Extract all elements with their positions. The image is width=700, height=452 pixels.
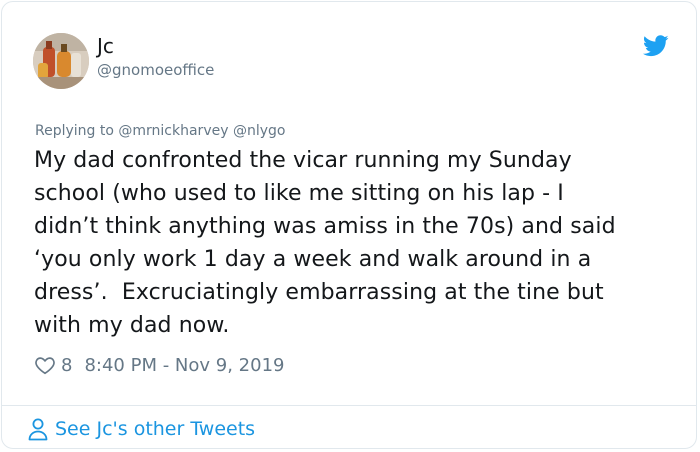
replying-to: Replying to @mrnickharvey @nlygo bbox=[35, 122, 285, 140]
tweet-line: school (who used to like me sitting on h… bbox=[34, 181, 564, 206]
tweet-text: My dad confronted the vicar running my S… bbox=[34, 144, 674, 342]
tweet-line: didn’t think anything was amiss in the 7… bbox=[34, 214, 616, 239]
mention-link[interactable]: @nlygo bbox=[233, 123, 286, 139]
heart-icon[interactable] bbox=[34, 354, 56, 376]
avatar[interactable] bbox=[33, 33, 89, 89]
tweet-line: My dad confronted the vicar running my S… bbox=[34, 148, 572, 173]
mention-link[interactable]: @mrnickharvey bbox=[118, 123, 228, 139]
tweet-line: with my dad now. bbox=[34, 313, 230, 338]
person-icon bbox=[28, 418, 48, 441]
tweet-meta: 8 8:40 PM - Nov 9, 2019 bbox=[34, 352, 284, 378]
user-handle[interactable]: @gnomoeoffice bbox=[97, 60, 214, 80]
like-count[interactable]: 8 bbox=[61, 355, 72, 376]
divider bbox=[2, 405, 696, 406]
tweet-card: Jc @gnomoeoffice Replying to @mrnickharv… bbox=[1, 1, 697, 449]
avatar-image bbox=[33, 33, 89, 89]
replying-to-label: Replying to bbox=[35, 123, 114, 139]
tweet-line: ‘you only work 1 day a week and walk aro… bbox=[34, 247, 592, 272]
see-other-tweets-label[interactable]: See Jc's other Tweets bbox=[55, 418, 255, 440]
timestamp[interactable]: 8:40 PM - Nov 9, 2019 bbox=[84, 355, 284, 376]
twitter-bird-icon[interactable] bbox=[643, 35, 669, 57]
see-other-tweets-link[interactable]: See Jc's other Tweets bbox=[27, 415, 255, 443]
display-name[interactable]: Jc bbox=[97, 34, 114, 58]
tweet-line: dress’. Excruciatingly embarrassing at t… bbox=[34, 280, 604, 305]
